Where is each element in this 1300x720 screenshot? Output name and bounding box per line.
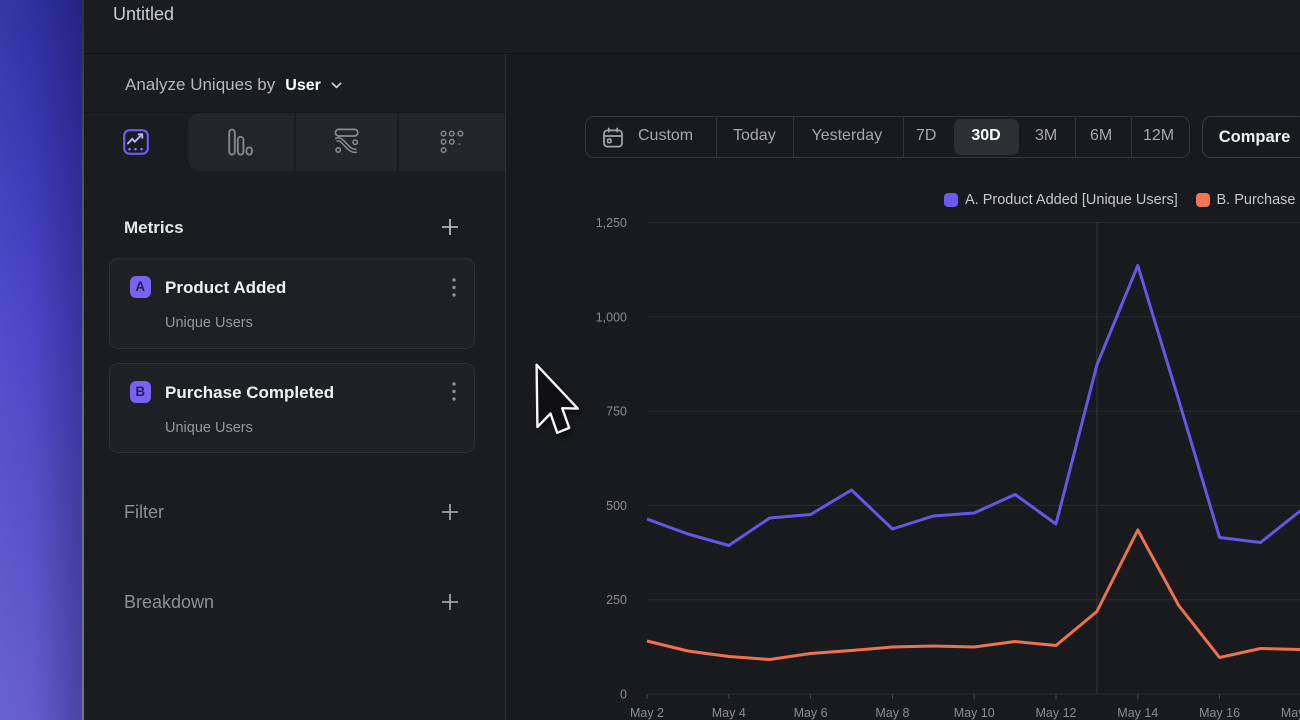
svg-text:750: 750 <box>606 405 627 419</box>
svg-text:May 4: May 4 <box>712 706 746 720</box>
svg-text:1,250: 1,250 <box>596 216 627 230</box>
svg-text:0: 0 <box>620 688 627 702</box>
svg-text:1,000: 1,000 <box>596 310 627 324</box>
svg-text:May 14: May 14 <box>1117 706 1158 720</box>
svg-text:250: 250 <box>606 593 627 607</box>
svg-text:May 18: May 18 <box>1281 706 1300 720</box>
svg-text:May 10: May 10 <box>954 706 995 720</box>
svg-text:May 8: May 8 <box>875 706 909 720</box>
svg-text:May 2: May 2 <box>630 706 664 720</box>
svg-text:May 16: May 16 <box>1199 706 1240 720</box>
svg-text:500: 500 <box>606 499 627 513</box>
svg-text:May 6: May 6 <box>794 706 828 720</box>
svg-text:May 12: May 12 <box>1036 706 1077 720</box>
